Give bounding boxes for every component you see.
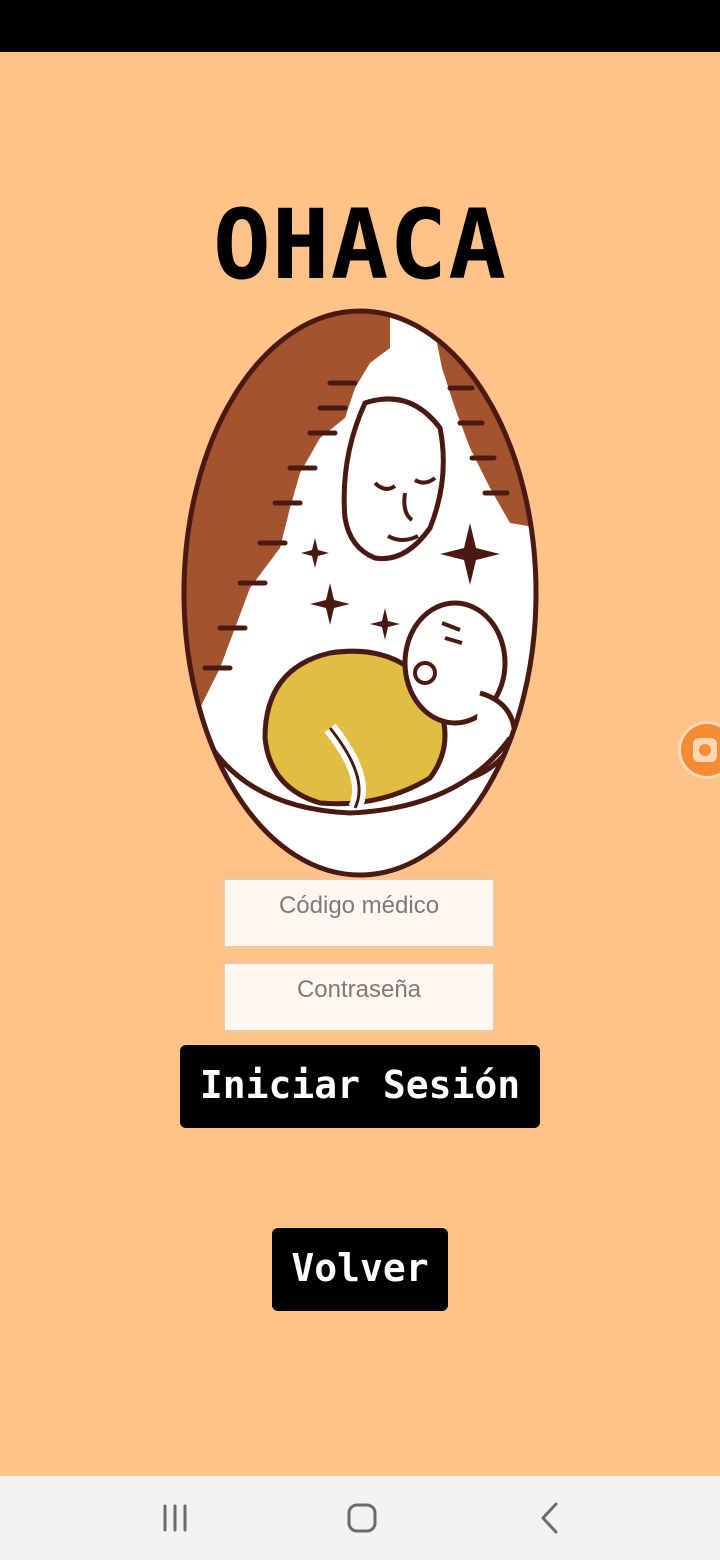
medical-code-input[interactable]	[225, 880, 493, 946]
system-navigation-bar	[0, 1476, 720, 1560]
app-title: OHACA	[213, 189, 507, 301]
mother-and-baby-logo	[181, 308, 539, 878]
record-icon	[693, 738, 717, 762]
status-bar	[0, 0, 720, 52]
recents-icon[interactable]	[151, 1494, 199, 1542]
screen-recorder-icon[interactable]	[681, 724, 720, 776]
login-button[interactable]: Iniciar Sesión	[180, 1045, 540, 1128]
back-chevron-icon[interactable]	[526, 1494, 574, 1542]
password-field[interactable]	[223, 962, 495, 1032]
password-input[interactable]	[225, 964, 493, 1030]
back-button[interactable]: Volver	[272, 1228, 448, 1311]
home-icon[interactable]	[338, 1494, 386, 1542]
medical-code-field[interactable]	[223, 878, 495, 948]
